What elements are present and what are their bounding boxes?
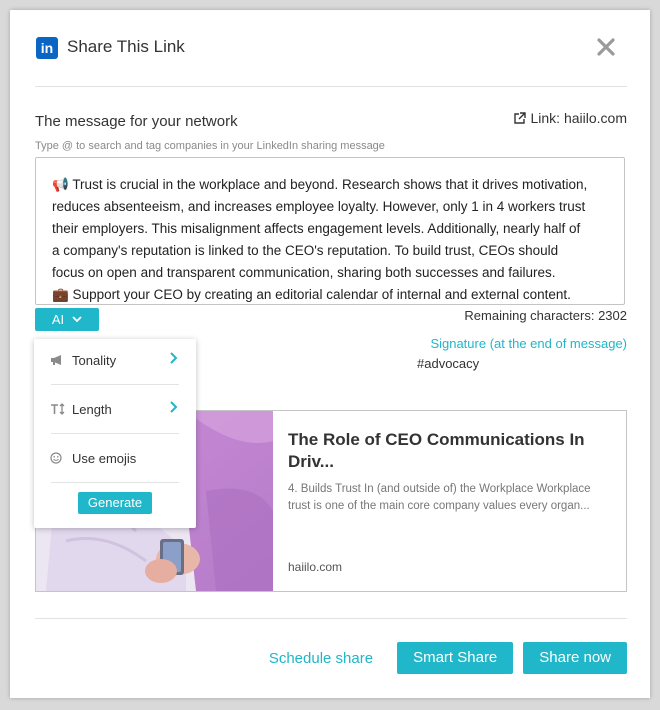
- ai-options-menu: Tonality Length Use emojis Generate: [34, 339, 196, 528]
- generate-button[interactable]: Generate: [78, 492, 152, 514]
- share-now-button[interactable]: Share now: [523, 642, 627, 674]
- chevron-right-icon: [170, 352, 178, 364]
- menu-divider: [51, 482, 179, 483]
- ai-dropdown-button[interactable]: AI: [35, 308, 99, 331]
- tag-hint: Type @ to search and tag companies in yo…: [35, 140, 385, 152]
- preview-domain: haiilo.com: [288, 560, 343, 574]
- menu-divider: [51, 384, 179, 385]
- remaining-characters: Remaining characters: 2302: [464, 308, 627, 323]
- menu-item-tonality[interactable]: Tonality: [50, 348, 190, 372]
- menu-item-use-emojis[interactable]: Use emojis: [50, 446, 190, 470]
- message-line: a company's reputation is linked to the …: [52, 243, 559, 258]
- close-icon: [597, 38, 615, 56]
- preview-description: 4. Builds Trust In (and outside of) the …: [288, 483, 591, 512]
- message-line: 💼 Support your CEO by creating an editor…: [52, 287, 571, 302]
- message-label: The message for your network: [35, 113, 238, 130]
- footer-actions: Schedule share Smart Share Share now: [255, 642, 627, 674]
- megaphone-icon: [50, 354, 66, 366]
- dialog-title: Share This Link: [67, 37, 185, 56]
- menu-item-label: Tonality: [72, 352, 117, 368]
- share-dialog: in Share This Link The message for your …: [10, 10, 650, 698]
- close-button[interactable]: [595, 36, 617, 58]
- message-line: focus on open and transparent communicat…: [52, 265, 556, 280]
- message-textarea[interactable]: 📢 Trust is crucial in the workplace and …: [35, 157, 625, 305]
- text-height-icon: [50, 403, 66, 415]
- preview-title: The Role of CEO Communications In Driv..…: [288, 430, 585, 471]
- link-text: Link: haiilo.com: [530, 110, 628, 126]
- footer-divider: [35, 618, 627, 619]
- smart-share-button[interactable]: Smart Share: [397, 642, 514, 674]
- external-link-icon: [513, 111, 526, 124]
- dialog-header: in Share This Link: [10, 10, 650, 86]
- link-info[interactable]: Link: haiilo.com: [513, 110, 628, 126]
- message-line: reduces absenteeism, and increases emplo…: [52, 199, 586, 214]
- chevron-right-icon: [170, 401, 178, 413]
- chevron-down-icon: [72, 316, 82, 323]
- smiley-icon: [50, 452, 66, 464]
- schedule-share-button[interactable]: Schedule share: [255, 650, 387, 667]
- linkedin-logo-icon: in: [36, 37, 58, 59]
- signature-hashtag: #advocacy: [417, 356, 480, 371]
- signature-link[interactable]: Signature (at the end of message): [430, 336, 627, 351]
- message-line: 📢 Trust is crucial in the workplace and …: [52, 177, 588, 192]
- header-divider: [35, 86, 627, 87]
- menu-divider: [51, 433, 179, 434]
- menu-item-label: Length: [72, 401, 112, 417]
- menu-item-length[interactable]: Length: [50, 397, 190, 421]
- ai-label: AI: [51, 312, 65, 327]
- menu-item-label: Use emojis: [72, 450, 137, 466]
- message-line: their employers. This misalignment affec…: [52, 221, 581, 236]
